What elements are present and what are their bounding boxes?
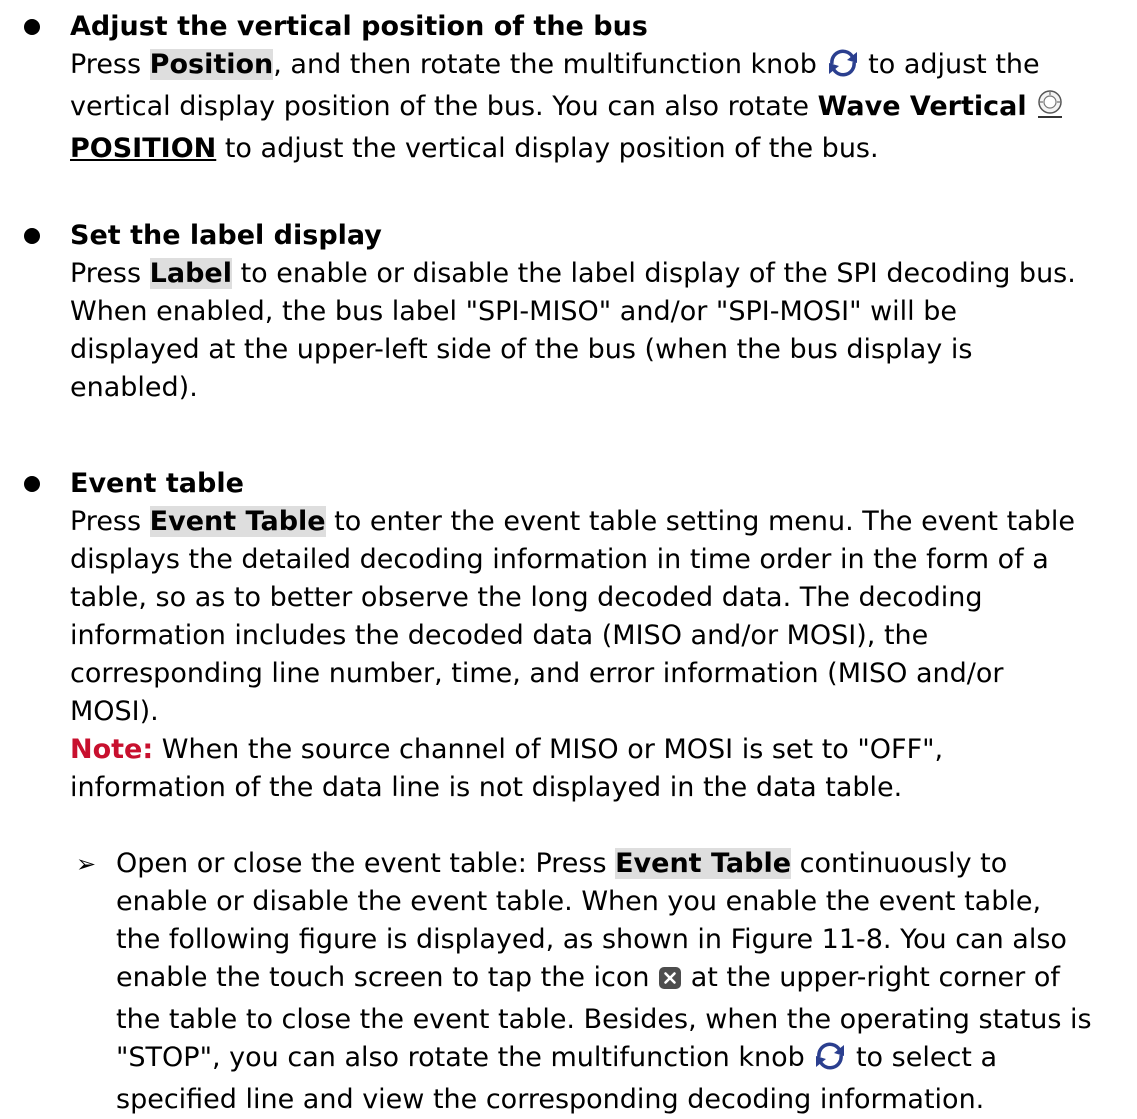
rotate-arrows-icon (813, 1042, 847, 1081)
text: Press (70, 506, 150, 537)
text-line: Open or close the event table: Press Eve… (116, 845, 1131, 883)
text-line: specified line and view the correspondin… (116, 1084, 985, 1115)
bullet-icon (24, 19, 40, 35)
manual-page: Adjust the vertical position of the bus … (0, 0, 1137, 1115)
text-line: MOSI). (70, 696, 159, 727)
text-line: table, so as to better observe the long … (70, 582, 983, 613)
text-line: displays the detailed decoding informati… (70, 544, 1049, 575)
text: to select a (855, 1042, 998, 1073)
text: Press (70, 49, 150, 80)
bullet-icon (24, 476, 40, 492)
text-line: "STOP", you can also rotate the multifun… (116, 1039, 1131, 1081)
text: vertical display position of the bus. Yo… (70, 91, 818, 122)
text-line: displayed at the upper-left side of the … (70, 334, 973, 365)
text: , and then rotate the multifunction knob (273, 49, 817, 80)
text-line: the following figure is displayed, as sh… (116, 924, 1067, 955)
text: "STOP", you can also rotate the multifun… (116, 1042, 805, 1073)
paragraph: Press Label to enable or disable the lab… (70, 255, 1132, 407)
text: to adjust the (868, 49, 1040, 80)
close-icon (658, 963, 682, 1001)
label-button-label: Label (149, 258, 232, 289)
section-heading: Event table (70, 468, 244, 499)
text: to adjust the vertical display position … (216, 133, 879, 164)
text: Open or close the event table: Press (116, 848, 616, 879)
text-line: information of the data line is not disp… (70, 772, 903, 803)
position-knob-label: POSITION (70, 133, 217, 164)
text-line: When enabled, the bus label "SPI-MISO" a… (70, 296, 958, 327)
text-line: corresponding line number, time, and err… (70, 658, 1004, 689)
note-line: Note: When the source channel of MISO or… (70, 731, 1132, 769)
text: Press (70, 258, 150, 289)
rotate-arrows-icon (826, 49, 860, 88)
text: to enable or disable the label display o… (231, 258, 1076, 289)
text-line: Press Label to enable or disable the lab… (70, 255, 1132, 293)
text-line: the table to close the event table. Besi… (116, 1004, 1092, 1035)
text-line: vertical display position of the bus. Yo… (70, 88, 1132, 130)
sub-paragraph: Open or close the event table: Press Eve… (116, 845, 1131, 1119)
paragraph: Press Event Table to enter the event tab… (70, 503, 1132, 807)
text: to enter the event table setting menu. T… (325, 506, 1075, 537)
event-table-button-label: Event Table (615, 848, 792, 879)
text: When the source channel of MISO or MOSI … (153, 734, 944, 765)
bullet-icon (24, 228, 40, 244)
text-line: Press Event Table to enter the event tab… (70, 503, 1132, 541)
note-label: Note: (70, 734, 154, 765)
text: continuously to (791, 848, 1008, 879)
paragraph: Press Position, and then rotate the mult… (70, 46, 1132, 168)
text-line: information includes the decoded data (M… (70, 620, 929, 651)
section-heading: Set the label display (70, 220, 382, 251)
event-table-button-label: Event Table (149, 506, 326, 537)
arrow-bullet-icon: ➢ (76, 850, 97, 878)
text: enable the touch screen to tap the icon (116, 962, 650, 993)
text: at the upper-right corner of (690, 962, 1060, 993)
text-line: enable or disable the event table. When … (116, 886, 1042, 917)
section-heading: Adjust the vertical position of the bus (70, 11, 648, 42)
position-button-label: Position (149, 49, 274, 80)
position-knob-icon (1035, 89, 1065, 130)
wave-vertical-label: Wave Vertical (817, 91, 1027, 122)
text-line: Press Position, and then rotate the mult… (70, 46, 1132, 88)
text-line: POSITION to adjust the vertical display … (70, 130, 1132, 168)
text-line: enable the touch screen to tap the icon … (116, 959, 1131, 1001)
text-line: enabled). (70, 372, 198, 403)
